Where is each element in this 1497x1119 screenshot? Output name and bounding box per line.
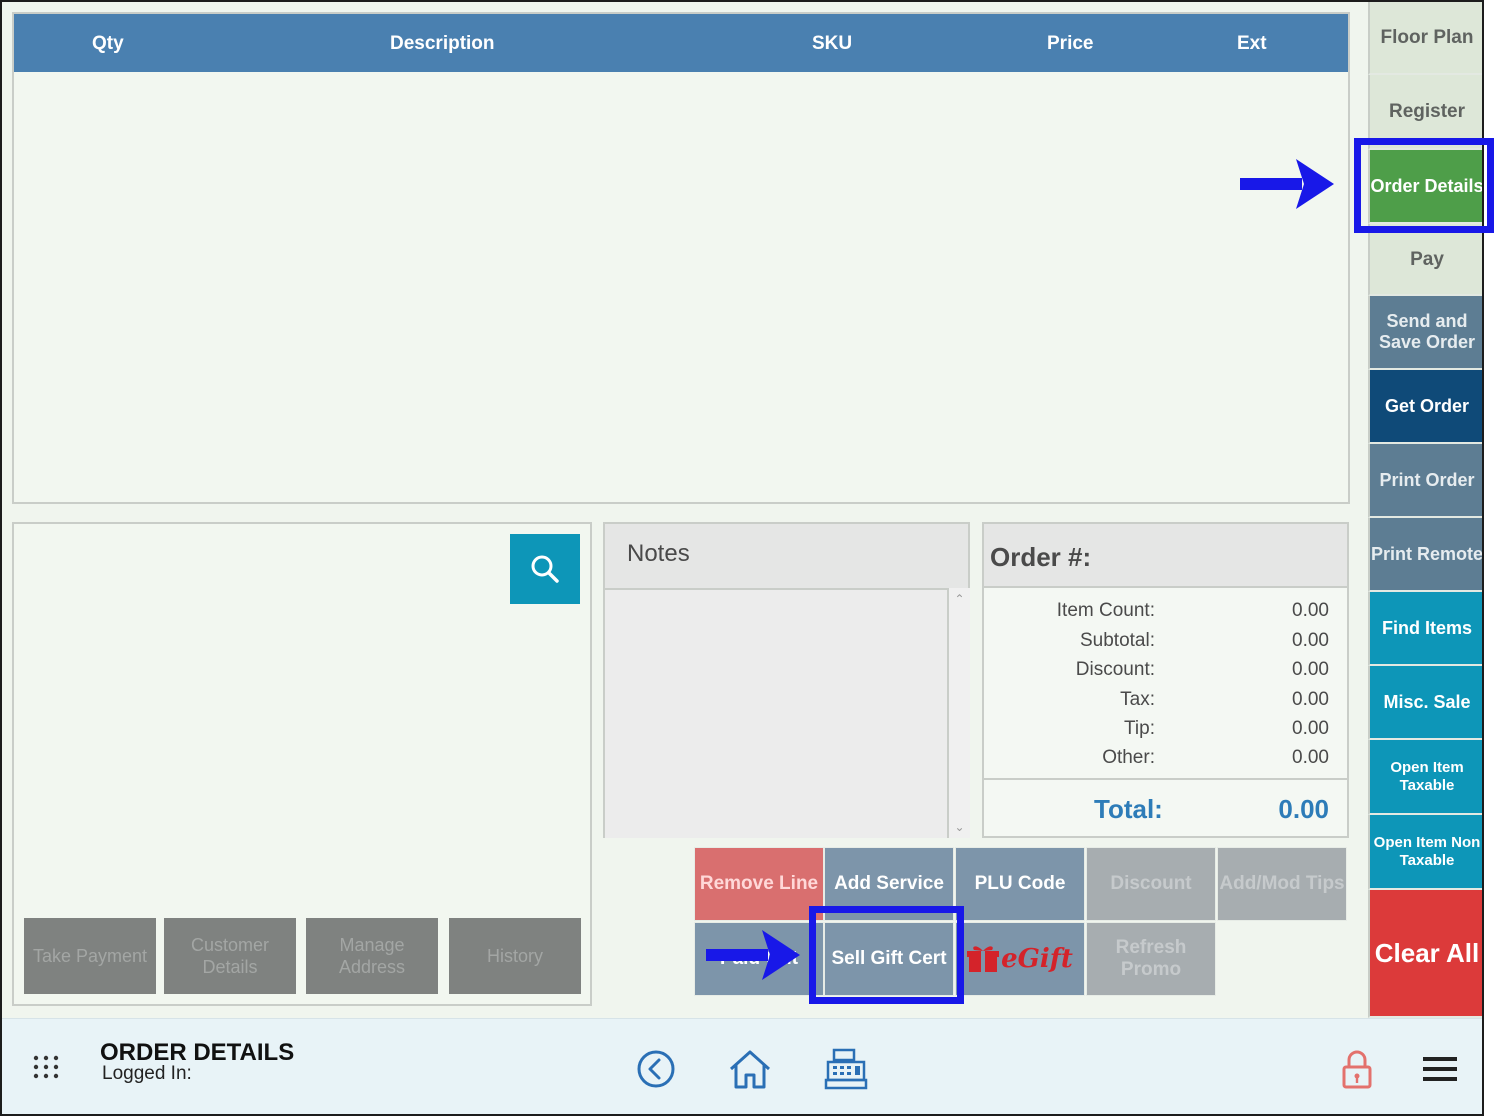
column-header-description: Description bbox=[390, 33, 495, 54]
other-value: 0.00 bbox=[1292, 747, 1329, 768]
sidebar-item-print-remote[interactable]: Print Remote bbox=[1368, 518, 1482, 592]
notes-scrollbar[interactable]: ⌃ ⌄ bbox=[949, 588, 970, 838]
pos-screen: Qty Description SKU Price Ext Take Payme… bbox=[0, 0, 1484, 1116]
cash-register-icon[interactable] bbox=[824, 1047, 868, 1091]
other-label: Other: bbox=[1102, 747, 1155, 768]
sidebar-item-floor-plan[interactable]: Floor Plan bbox=[1368, 2, 1482, 75]
sidebar-item-pay[interactable]: Pay bbox=[1368, 224, 1482, 296]
search-button[interactable] bbox=[510, 534, 580, 604]
column-header-ext: Ext bbox=[1237, 33, 1267, 54]
add-mod-tips-button[interactable]: Add/Mod Tips bbox=[1217, 847, 1347, 921]
logged-in-label: Logged In: bbox=[102, 1063, 192, 1084]
gift-icon bbox=[967, 946, 1000, 972]
order-number-header: Order #: bbox=[984, 524, 1347, 588]
column-header-qty: Qty bbox=[92, 33, 124, 54]
customer-details-button[interactable]: Customer Details bbox=[164, 918, 296, 994]
sell-gift-cert-button[interactable]: Sell Gift Cert bbox=[824, 922, 954, 996]
order-lines-table: Qty Description SKU Price Ext bbox=[12, 12, 1350, 504]
total-value: 0.00 bbox=[1278, 794, 1329, 824]
customer-panel: Take Payment Customer Details Manage Add… bbox=[12, 522, 592, 1006]
hamburger-menu-icon[interactable] bbox=[1422, 1053, 1458, 1085]
back-icon[interactable] bbox=[636, 1049, 676, 1089]
discount-button[interactable]: Discount bbox=[1086, 847, 1216, 921]
egift-button[interactable]: eGift bbox=[955, 922, 1085, 996]
item-count-value: 0.00 bbox=[1292, 600, 1329, 621]
total-label: Total: bbox=[1094, 794, 1163, 824]
manage-address-button[interactable]: Manage Address bbox=[306, 918, 438, 994]
subtotal-label: Subtotal: bbox=[1080, 630, 1155, 651]
sidebar-item-open-item-non-taxable[interactable]: Open Item Non Taxable bbox=[1368, 815, 1482, 890]
add-service-button[interactable]: Add Service bbox=[824, 847, 954, 921]
discount-label: Discount: bbox=[1075, 659, 1155, 680]
scroll-down-icon[interactable]: ⌄ bbox=[949, 820, 970, 834]
take-payment-button[interactable]: Take Payment bbox=[24, 918, 156, 994]
refresh-promo-button[interactable]: Refresh Promo bbox=[1086, 922, 1216, 996]
tax-value: 0.00 bbox=[1292, 689, 1329, 710]
sidebar-item-order-details[interactable]: Order Details bbox=[1368, 150, 1482, 224]
paid-out-button[interactable]: Paid Out bbox=[694, 922, 824, 996]
tip-label: Tip: bbox=[1124, 718, 1155, 739]
column-header-sku: SKU bbox=[812, 33, 853, 54]
history-button[interactable]: History bbox=[449, 918, 581, 994]
sidebar-item-open-item-taxable[interactable]: Open Item Taxable bbox=[1368, 740, 1482, 815]
remove-line-button[interactable]: Remove Line bbox=[694, 847, 824, 921]
scroll-up-icon[interactable]: ⌃ bbox=[949, 592, 970, 606]
order-summary-panel: Order #: Item Count: 0.00 Subtotal: 0.00… bbox=[982, 522, 1349, 838]
bottom-bar: ORDER DETAILS Logged In: bbox=[2, 1018, 1482, 1114]
tax-label: Tax: bbox=[1120, 689, 1155, 710]
lock-icon[interactable] bbox=[1340, 1047, 1374, 1091]
apps-grid-icon[interactable] bbox=[30, 1051, 62, 1083]
column-header-price: Price bbox=[1047, 33, 1094, 54]
plu-code-button[interactable]: PLU Code bbox=[955, 847, 1085, 921]
home-icon[interactable] bbox=[728, 1047, 772, 1091]
right-sidebar: Floor Plan Register Order Details Pay Se… bbox=[1368, 2, 1482, 1018]
sidebar-item-get-order[interactable]: Get Order bbox=[1368, 370, 1482, 444]
discount-value: 0.00 bbox=[1292, 659, 1329, 680]
search-icon bbox=[531, 555, 559, 583]
sidebar-item-send-and-save-order[interactable]: Send and Save Order bbox=[1368, 296, 1482, 370]
subtotal-value: 0.00 bbox=[1292, 630, 1329, 651]
notes-textarea[interactable] bbox=[605, 588, 949, 838]
item-count-label: Item Count: bbox=[1056, 600, 1155, 621]
order-number-label: Order #: bbox=[990, 542, 1092, 572]
notes-title: Notes bbox=[627, 540, 690, 567]
sidebar-item-register[interactable]: Register bbox=[1368, 75, 1482, 150]
sidebar-item-print-order[interactable]: Print Order bbox=[1368, 444, 1482, 518]
sidebar-item-misc-sale[interactable]: Misc. Sale bbox=[1368, 666, 1482, 740]
sidebar-item-find-items[interactable]: Find Items bbox=[1368, 592, 1482, 666]
egift-label: eGift bbox=[1001, 944, 1073, 974]
total-divider bbox=[984, 778, 1347, 780]
table-header: Qty Description SKU Price Ext bbox=[14, 14, 1348, 72]
sidebar-item-clear-all[interactable]: Clear All bbox=[1368, 890, 1482, 1018]
notes-panel: Notes ⌃ ⌄ bbox=[603, 522, 970, 838]
tip-value: 0.00 bbox=[1292, 718, 1329, 739]
